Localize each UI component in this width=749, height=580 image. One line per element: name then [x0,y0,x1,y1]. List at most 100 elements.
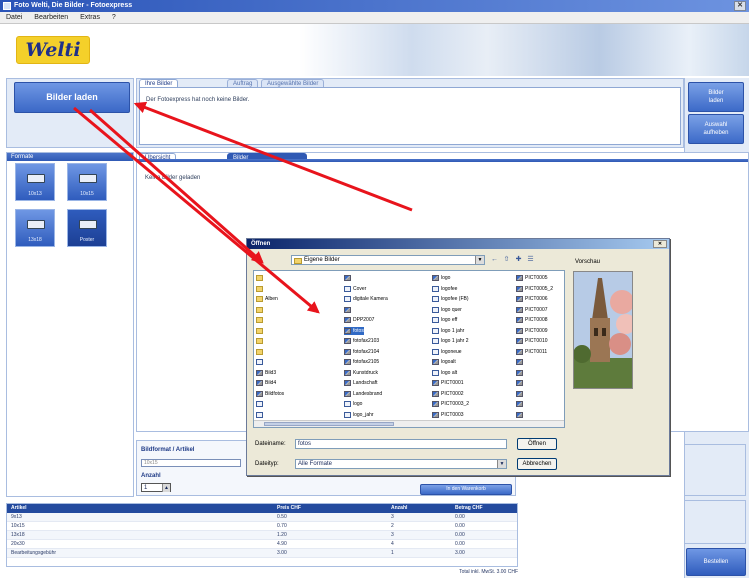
file-item[interactable]: logoalt [432,358,456,366]
format-tile-4[interactable]: Poster [67,209,107,247]
file-item[interactable]: logo 1 jahr 2 [432,337,469,345]
menu-item-help[interactable]: ? [112,14,116,21]
filename-input[interactable]: fotos [295,439,507,449]
file-item[interactable]: logo alt [432,369,457,377]
file-item[interactable] [516,369,525,377]
up-folder-icon[interactable]: ⇧ [501,255,512,265]
file-item[interactable] [256,327,265,335]
chevron-down-icon[interactable]: ▼ [475,256,484,264]
file-item[interactable]: PICT0011 [516,348,547,356]
file-item[interactable]: Bild3 [256,369,276,377]
table-row[interactable]: 20x30 4.90 4 0.00 [7,540,517,549]
file-item[interactable] [516,379,525,387]
tab-your-images[interactable]: Ihre Bilder [139,79,179,87]
file-item[interactable]: fotofax2104 [344,348,379,356]
file-item[interactable] [516,358,525,366]
file-item[interactable]: PICT0002 [432,390,464,398]
file-item[interactable] [344,306,353,314]
file-item[interactable] [256,411,265,419]
file-item[interactable] [256,337,265,345]
file-item[interactable]: DPP2007 [344,316,374,324]
side-deselect-button[interactable]: Auswahl aufheben [688,114,744,144]
file-item[interactable]: PICT0010 [516,337,548,345]
file-item[interactable]: logo [432,274,450,282]
look-in-select[interactable]: Eigene Bilder ▼ [291,255,485,265]
load-images-button[interactable]: Bilder laden [14,82,130,113]
file-item[interactable]: Kunstdruck [344,369,378,377]
spinner-icon[interactable]: ▲ [162,484,170,492]
file-item[interactable]: logo [344,400,362,408]
table-header: Artikel Preis CHF Anzahl Betrag CHF [7,504,517,513]
tab-selected-images[interactable]: Ausgewählte Bilder [261,79,325,87]
file-item[interactable] [256,285,265,293]
file-item[interactable]: digitale Kamera [344,295,388,303]
file-item[interactable] [256,274,265,282]
file-item[interactable]: Cover [344,285,366,293]
file-item[interactable]: PICT0003 [432,411,464,419]
file-item[interactable]: PICT0001 [432,379,464,387]
scroll-thumb[interactable] [264,422,394,426]
side-load-button[interactable]: Bilder laden [688,82,744,112]
file-list[interactable]: Alben Bild3 Bild4 Bildfotos Cover digitale Ka… [253,270,565,428]
new-folder-icon[interactable]: ✚ [513,255,524,265]
table-row[interactable]: Bearbeitungsgebühr 3.00 1 3.00 [7,549,517,558]
file-item[interactable]: fotofax2105 [344,358,379,366]
view-menu-icon[interactable]: ☰ [525,255,536,265]
file-item[interactable]: PICT0005 [516,274,548,282]
quantity-stepper[interactable]: 1 ▲ [141,483,171,492]
file-item[interactable]: Bildfotos [256,390,284,398]
menu-item-bearbeiten[interactable]: Bearbeiten [34,14,68,21]
file-item[interactable]: Landschaft [344,379,377,387]
add-to-cart-button[interactable]: In den Warenkorb [420,484,512,495]
file-item[interactable]: logo eff [432,316,457,324]
back-icon[interactable]: ← [489,255,500,265]
tab-order[interactable]: Auftrag [227,79,259,87]
menu-item-datei[interactable]: Datei [6,14,22,21]
file-item[interactable] [344,274,353,282]
file-item[interactable]: logo_jahr [344,411,374,419]
open-button[interactable]: Öffnen [517,438,557,450]
format-tile-3[interactable]: 13x18 [15,209,55,247]
file-item[interactable]: logofee (FB) [432,295,469,303]
file-item[interactable] [256,358,265,366]
table-row[interactable]: 13x18 1.20 3 0.00 [7,531,517,540]
table-row[interactable]: 10x15 0.70 2 0.00 [7,522,517,531]
file-item[interactable] [516,390,525,398]
file-item[interactable]: PICT0007 [516,306,548,314]
file-item[interactable]: PICT0005_2 [516,285,553,293]
dialog-close-icon[interactable]: ✕ [653,240,667,248]
file-item[interactable]: logo 1 jahr [432,327,464,335]
file-item[interactable]: logoneue [432,348,462,356]
table-row[interactable]: 9x13 0.50 3 0.00 [7,513,517,522]
file-item[interactable]: Bild4 [256,379,276,387]
close-icon[interactable]: ✕ [734,1,746,11]
document-file-icon [344,296,351,302]
cancel-button[interactable]: Abbrechen [517,458,557,470]
file-item[interactable] [256,400,265,408]
format-select[interactable]: 10x15 [141,459,241,467]
order-button[interactable]: Bestellen [686,548,746,576]
filetype-select[interactable]: Alle Formate ▼ [295,459,507,469]
folder-icon [256,327,263,334]
format-tile-2[interactable]: 10x15 [67,163,107,201]
format-tile-1[interactable]: 10x13 [15,163,55,201]
file-item[interactable]: fotos [344,326,364,335]
file-item[interactable] [516,400,525,408]
file-item[interactable]: PICT0003_2 [432,400,469,408]
file-item[interactable]: Landesbrand [344,390,382,398]
menu-item-extras[interactable]: Extras [80,14,100,21]
file-item[interactable] [256,316,265,324]
file-item[interactable] [256,306,265,314]
chevron-down-icon[interactable]: ▼ [497,460,506,468]
file-item[interactable]: PICT0006 [516,295,548,303]
file-item[interactable]: PICT0008 [516,316,548,324]
file-item[interactable]: Alben [256,295,278,303]
file-item[interactable]: PICT0009 [516,327,548,335]
horizontal-scrollbar[interactable] [254,420,564,427]
file-item[interactable] [516,411,525,419]
file-item[interactable]: logofee [432,285,457,293]
file-item[interactable]: logo quer [432,306,462,314]
file-item[interactable] [256,348,265,356]
table-cell: 0.70 [277,523,287,529]
file-item[interactable]: fotofax2103 [344,337,379,345]
